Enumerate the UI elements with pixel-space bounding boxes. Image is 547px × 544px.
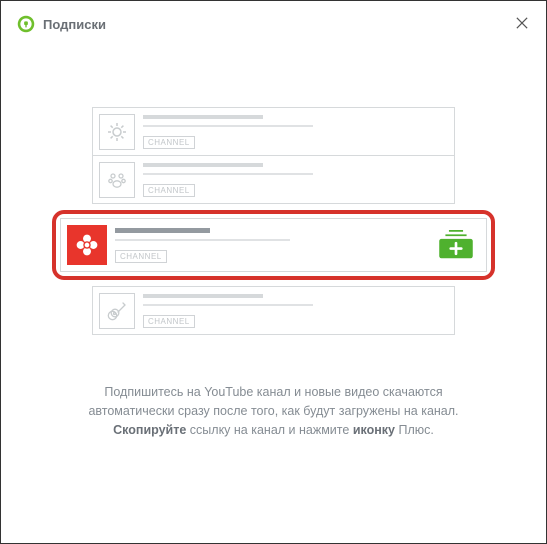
close-icon[interactable] [514,16,530,32]
guitar-icon [99,293,135,329]
channel-desc-placeholder [143,125,313,127]
channel-badge: CHANNEL [143,315,195,328]
channel-title-placeholder [143,294,263,298]
channel-row: CHANNEL [92,155,455,204]
help-text: Подпишитесь на YouTube канал и новые вид… [88,383,458,439]
sun-icon [99,114,135,150]
channel-badge: CHANNEL [143,184,195,197]
channel-desc-placeholder [143,304,313,306]
channel-badge: CHANNEL [143,136,195,149]
paw-icon [99,162,135,198]
channel-row: CHANNEL [92,107,455,156]
highlighted-channel-row: CHANNEL [52,210,495,280]
channel-desc-placeholder [115,239,290,241]
help-bold2: иконку [353,423,395,437]
channel-title-placeholder [143,163,263,167]
channel-row-active: CHANNEL [60,218,487,272]
channel-badge: CHANNEL [115,250,167,263]
help-bold1: Скопируйте [113,423,186,437]
content-area: CHANNEL CHANNEL [1,47,546,439]
help-mid: ссылку на канал и нажмите [186,423,353,437]
app-logo-icon [17,15,35,33]
help-line2: автоматически сразу после того, как буду… [88,404,458,418]
window-title: Подписки [43,17,106,32]
add-download-button[interactable] [436,230,476,260]
channel-list: CHANNEL CHANNEL [92,107,455,335]
header: Подписки [1,1,546,47]
channel-title-placeholder [143,115,263,119]
help-tail: Плюс. [395,423,434,437]
channel-desc-placeholder [143,173,313,175]
channel-row: CHANNEL [92,286,455,335]
help-line1: Подпишитесь на YouTube канал и новые вид… [104,385,442,399]
channel-title-placeholder [115,228,210,233]
flower-icon [67,225,107,265]
